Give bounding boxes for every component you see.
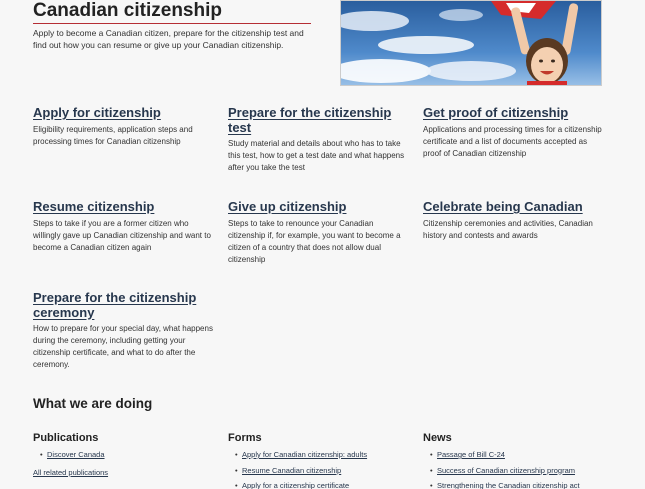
list-item: Apply for Canadian citizenship: adults [235, 450, 413, 460]
topic-card: Prepare for the citizenship test Study m… [228, 105, 408, 174]
topic-card: Prepare for the citizenship ceremony How… [33, 290, 213, 371]
apply-citizenship-link[interactable]: Apply for citizenship [33, 105, 213, 121]
news-link[interactable]: Success of Canadian citizenship program [437, 466, 575, 475]
topic-description: Steps to take if you are a former citize… [33, 218, 211, 252]
form-link[interactable]: Resume Canadian citizenship [242, 466, 341, 475]
news-column: News Passage of Bill C-24 Success of Can… [423, 432, 608, 489]
publications-list: Discover Canada [33, 450, 218, 460]
list-item: Discover Canada [40, 450, 218, 460]
topic-card: Apply for citizenship Eligibility requir… [33, 105, 213, 148]
title-divider [33, 23, 311, 24]
page-intro: Apply to become a Canadian citizen, prep… [33, 28, 304, 50]
topic-card: Give up citizenship Steps to take to ren… [228, 199, 408, 266]
form-link[interactable]: Apply for a citizenship certificate [242, 481, 349, 489]
prepare-ceremony-link[interactable]: Prepare for the citizenship ceremony [33, 290, 213, 320]
topic-description: Study material and details about who has… [228, 139, 405, 172]
publications-column: Publications Discover Canada All related… [33, 432, 218, 477]
page: Canadian citizenship Apply to become a C… [0, 0, 645, 489]
list-item: Success of Canadian citizenship program [430, 466, 608, 476]
list-item: Resume Canadian citizenship [235, 466, 413, 476]
all-publications-link[interactable]: All related publications [33, 468, 218, 477]
topic-card: Celebrate being Canadian Citizenship cer… [423, 199, 603, 242]
proof-citizenship-link[interactable]: Get proof of citizenship [423, 105, 603, 121]
topic-card: Resume citizenship Steps to take if you … [33, 199, 213, 254]
list-item: Strengthening the Canadian citizenship a… [430, 481, 608, 489]
publication-link[interactable]: Discover Canada [47, 450, 105, 459]
topic-card: Get proof of citizenship Applications an… [423, 105, 603, 160]
form-link[interactable]: Apply for Canadian citizenship: adults [242, 450, 367, 459]
give-up-citizenship-link[interactable]: Give up citizenship [228, 199, 408, 215]
hero-image [340, 0, 602, 86]
celebrate-canadian-link[interactable]: Celebrate being Canadian [423, 199, 603, 215]
topic-description: Eligibility requirements, application st… [33, 124, 193, 146]
prepare-test-link[interactable]: Prepare for the citizenship test [228, 105, 408, 135]
forms-heading: Forms [228, 432, 262, 444]
news-link[interactable]: Strengthening the Canadian citizenship a… [437, 481, 580, 489]
news-list: Passage of Bill C-24 Success of Canadian… [423, 450, 608, 489]
section-heading-what-we-are-doing: What we are doing [33, 396, 153, 411]
topic-description: Applications and processing times for a … [423, 124, 602, 158]
topic-description: Citizenship ceremonies and activities, C… [423, 218, 593, 240]
forms-list: Apply for Canadian citizenship: adults R… [228, 450, 413, 489]
page-title: Canadian citizenship [33, 0, 222, 21]
news-heading: News [423, 432, 452, 444]
topic-description: Steps to take to renounce your Canadian … [228, 218, 401, 264]
publications-heading: Publications [33, 432, 99, 444]
forms-column: Forms Apply for Canadian citizenship: ad… [228, 432, 413, 489]
news-link[interactable]: Passage of Bill C-24 [437, 450, 505, 459]
list-item: Apply for a citizenship certificate [235, 481, 413, 489]
topic-description: How to prepare for your special day, wha… [33, 324, 213, 369]
resume-citizenship-link[interactable]: Resume citizenship [33, 199, 213, 215]
list-item: Passage of Bill C-24 [430, 450, 608, 460]
